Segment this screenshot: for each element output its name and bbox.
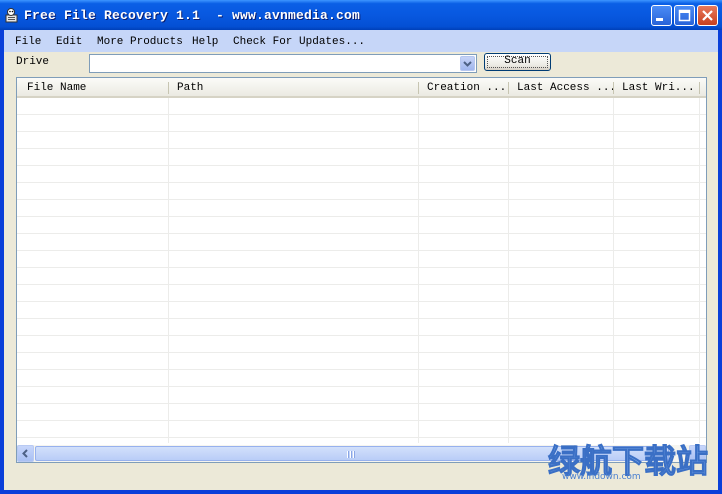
grid-row-line: [17, 233, 706, 234]
menu-check-for-updates[interactable]: Check For Updates...: [233, 34, 365, 50]
grid-column-line: [613, 98, 614, 443]
grid-column-line: [168, 98, 169, 443]
grid-row-line: [17, 267, 706, 268]
column-last-write[interactable]: Last Wri...: [622, 78, 696, 96]
grid-row-line: [17, 148, 706, 149]
grid-column-line: [699, 98, 700, 443]
grid-row-line: [17, 284, 706, 285]
grid-row-line: [17, 182, 706, 183]
drive-label: Drive: [16, 56, 50, 68]
watermark-url: www.lhdown.com: [562, 472, 641, 482]
close-button[interactable]: [697, 5, 718, 26]
window-title: Free File Recovery 1.1 - www.avnmedia.co…: [24, 8, 361, 23]
grid-row-line: [17, 420, 706, 421]
maximize-button[interactable]: [674, 5, 695, 26]
maximize-icon: [678, 9, 691, 22]
menu-more-products[interactable]: More Products: [97, 34, 183, 50]
close-icon: [702, 10, 713, 21]
menu-help[interactable]: Help: [192, 34, 218, 50]
file-list[interactable]: File Name Path Creation ... Last Access …: [16, 77, 707, 463]
menu-edit[interactable]: Edit: [56, 34, 82, 50]
list-rows: [17, 98, 706, 443]
list-header: File Name Path Creation ... Last Access …: [17, 78, 706, 98]
menu-bar: File Edit More Products Help Check For U…: [4, 30, 718, 52]
chevron-down-icon: [463, 61, 472, 67]
client-area: File Edit More Products Help Check For U…: [4, 30, 718, 490]
grid-row-line: [17, 216, 706, 217]
column-separator[interactable]: [418, 82, 419, 94]
minimize-icon: [656, 18, 663, 21]
grid-row-line: [17, 165, 706, 166]
grid-row-line: [17, 335, 706, 336]
grid-row-line: [17, 301, 706, 302]
app-window: Free File Recovery 1.1 - www.avnmedia.co…: [0, 0, 722, 494]
app-icon: [5, 8, 18, 23]
column-last-access[interactable]: Last Access ...: [517, 78, 613, 96]
grid-row-line: [17, 114, 706, 115]
watermark-logo: 绿航下载站 www.lhdown.com: [547, 436, 718, 483]
grid-row-line: [17, 352, 706, 353]
grid-row-line: [17, 131, 706, 132]
column-separator[interactable]: [699, 82, 700, 94]
grid-row-line: [17, 199, 706, 200]
title-bar[interactable]: Free File Recovery 1.1 - www.avnmedia.co…: [0, 0, 722, 30]
grid-row-line: [17, 403, 706, 404]
column-file-name[interactable]: File Name: [27, 78, 167, 96]
drive-dropdown-button[interactable]: [460, 56, 475, 71]
column-separator[interactable]: [613, 82, 614, 94]
menu-file[interactable]: File: [15, 34, 41, 50]
column-path[interactable]: Path: [177, 78, 417, 96]
scan-button-label: Scan: [504, 55, 531, 67]
grip-icon: [347, 451, 355, 458]
drive-select[interactable]: [89, 54, 477, 73]
scan-button[interactable]: Scan: [484, 53, 551, 71]
grid-row-line: [17, 318, 706, 319]
grid-column-line: [508, 98, 509, 443]
grid-row-line: [17, 250, 706, 251]
grid-row-line: [17, 369, 706, 370]
scroll-left-button[interactable]: [17, 445, 34, 462]
column-separator[interactable]: [508, 82, 509, 94]
grid-row-line: [17, 386, 706, 387]
chevron-left-icon: [22, 449, 28, 458]
minimize-button[interactable]: [651, 5, 672, 26]
column-separator[interactable]: [168, 82, 169, 94]
column-creation[interactable]: Creation ...: [427, 78, 509, 96]
grid-column-line: [418, 98, 419, 443]
